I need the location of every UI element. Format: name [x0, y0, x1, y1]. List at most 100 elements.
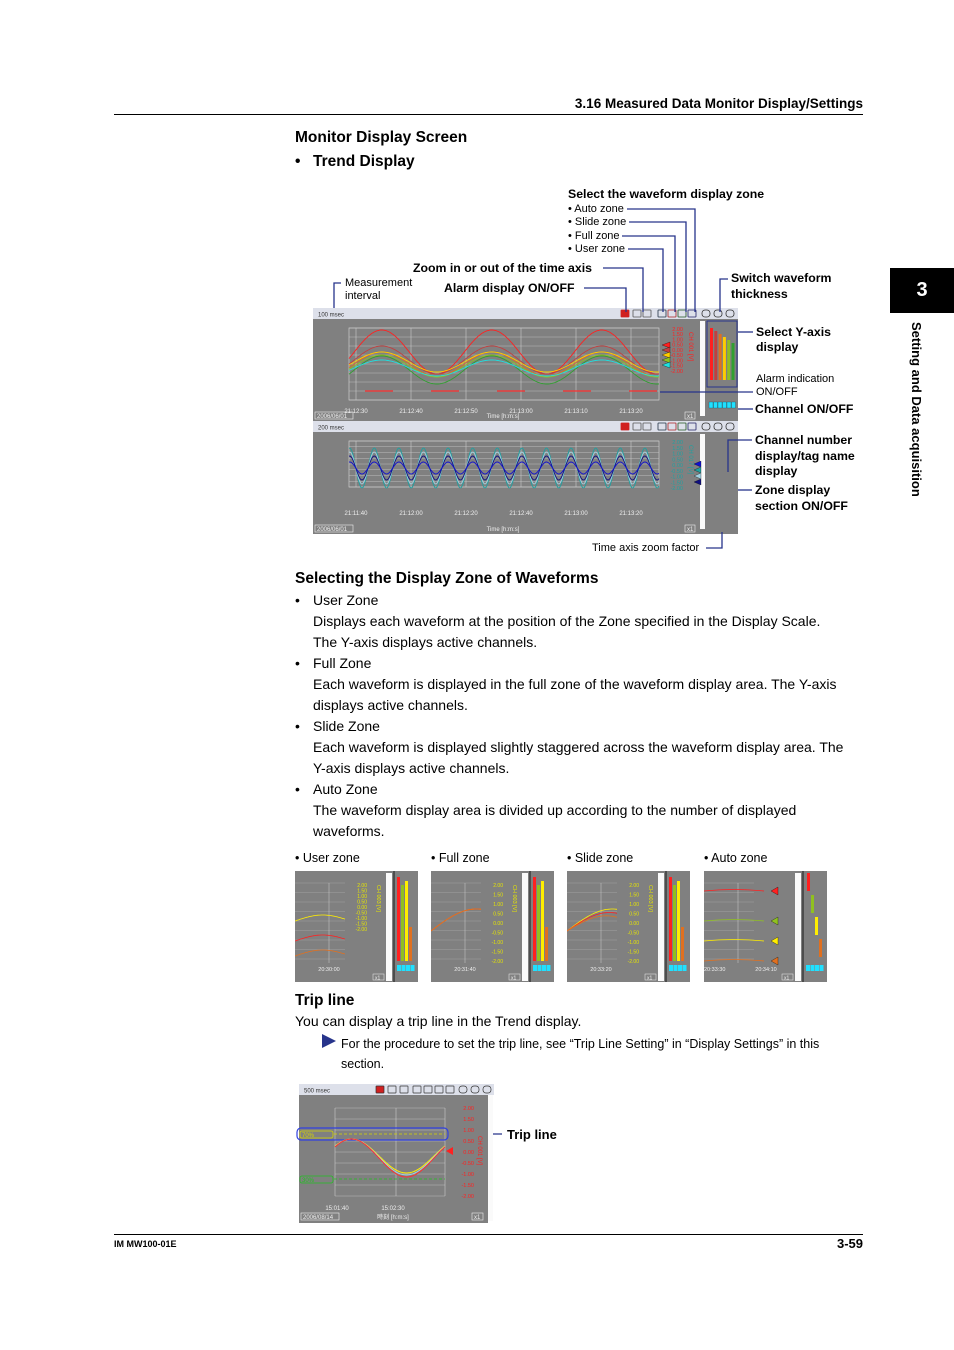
- callout-full-zone: • Full zone: [568, 230, 620, 242]
- channel-label: CH 001 [V]: [476, 1136, 482, 1166]
- channel-toggle[interactable]: [401, 965, 406, 971]
- zone-description: The Y-axis displays active channels.: [313, 634, 538, 650]
- callout-alarm-ind-2: ON/OFF: [756, 386, 798, 398]
- callout-yaxis-2: display: [756, 340, 799, 354]
- zone-description: Each waveform is displayed slightly stag…: [313, 739, 844, 755]
- time-tick: 21:12:00: [399, 511, 423, 517]
- y-scale-label: 2.00: [629, 883, 639, 889]
- scrollbar[interactable]: [700, 321, 705, 416]
- date: 2006/08/14: [303, 1215, 334, 1221]
- channel-toggle[interactable]: [533, 965, 537, 971]
- channel-toggle[interactable]: [810, 965, 815, 971]
- thumb-label: • User zone: [295, 851, 360, 865]
- bargraph-bar: [727, 340, 731, 380]
- alarm-icon[interactable]: [620, 309, 630, 318]
- time-zoom-factor: x1: [511, 976, 517, 982]
- section-header: 3.16 Measured Data Monitor Display/Setti…: [574, 96, 863, 111]
- bullet: •: [295, 718, 300, 734]
- selecting-title: Selecting the Display Zone of Waveforms: [295, 570, 599, 587]
- alarm-icon[interactable]: [375, 1085, 385, 1094]
- channel-toggle[interactable]: [410, 965, 415, 971]
- channel-toggle[interactable]: [815, 965, 819, 971]
- channel-toggle[interactable]: [669, 965, 673, 971]
- bullet: •: [295, 592, 300, 608]
- bullet: •: [295, 781, 300, 797]
- bargraph-bar: [718, 334, 722, 380]
- channel-toggle[interactable]: [708, 401, 714, 409]
- measurement-interval: 500 msec: [304, 1089, 330, 1095]
- x-axis-label: 時刻 [h:m:s]: [377, 1213, 409, 1221]
- y-scale-label: -1.00: [628, 940, 640, 946]
- thumb-label: • Full zone: [431, 851, 490, 865]
- bargraph-bar: [669, 877, 672, 961]
- callout-time-zoom: Time axis zoom factor: [592, 542, 700, 554]
- y-scale-label: 0.50: [493, 912, 503, 918]
- channel-toggle[interactable]: [397, 965, 401, 971]
- channel-label: CH 017 [V]: [687, 445, 693, 475]
- channel-label: CH 001 [V]: [687, 332, 693, 362]
- channel-toggle[interactable]: [731, 401, 736, 409]
- scrollbar[interactable]: [386, 873, 392, 981]
- scrollbar[interactable]: [658, 873, 664, 981]
- callout-alarm-ind-1: Alarm indication: [756, 373, 835, 385]
- y-scale-label: 1.00: [463, 1128, 474, 1134]
- channel-toggle[interactable]: [806, 965, 810, 971]
- time-tick: 15:02:30: [381, 1206, 405, 1212]
- x-axis-label: Time [h:m:s]: [487, 414, 520, 420]
- bargraph-bar: [722, 337, 726, 380]
- time-tick: 21:11:40: [345, 511, 369, 517]
- trip-title: Trip line: [295, 992, 355, 1009]
- channel-toggle[interactable]: [682, 965, 687, 971]
- callout-meas-1: Measurement: [345, 277, 413, 289]
- channel-toggle[interactable]: [406, 965, 410, 971]
- bargraph-bar: [714, 331, 718, 380]
- channel-toggle[interactable]: [542, 965, 546, 971]
- y-scale-label: -1.00: [492, 940, 504, 946]
- bargraph-bar: [807, 873, 810, 891]
- chapter-title: Setting and Data acquisition: [909, 322, 924, 497]
- channel-toggle[interactable]: [673, 965, 678, 971]
- channel-toggle[interactable]: [713, 401, 718, 409]
- y-scale-label: -2.00: [461, 1194, 474, 1200]
- channel-toggle[interactable]: [722, 401, 727, 409]
- bargraph-bar: [537, 885, 540, 961]
- scrollbar[interactable]: [522, 873, 528, 981]
- y-scale-label: 1.00: [629, 902, 639, 908]
- time-zoom-factor: x1: [375, 976, 381, 982]
- channel-label: CH 003 [V]: [375, 885, 381, 912]
- callout-slide-zone: • Slide zone: [568, 216, 627, 228]
- channel-label: CH 003 [V]: [511, 885, 517, 912]
- bullet: •: [295, 655, 300, 671]
- time-tick: 21:12:50: [454, 409, 478, 415]
- channel-toggle[interactable]: [726, 401, 732, 409]
- y-scale-label: -1.50: [628, 950, 640, 956]
- bargraph-bar: [401, 885, 404, 961]
- trip-note-line: For the procedure to set the trip line, …: [341, 1037, 820, 1051]
- channel-toggle[interactable]: [678, 965, 682, 971]
- time-tick: 20:34:10: [755, 967, 776, 973]
- zone-name: Slide Zone: [313, 718, 380, 734]
- y-scale-label: 1.50: [629, 893, 639, 899]
- bargraph-bar: [811, 895, 814, 913]
- time-tick: 21:13:20: [619, 511, 643, 517]
- trip-low-value: 30%: [302, 1178, 315, 1184]
- callout-thickness-1: Switch waveform: [731, 271, 832, 285]
- channel-toggle[interactable]: [717, 401, 723, 409]
- channel-toggle[interactable]: [537, 965, 542, 971]
- time-zoom-factor: x1: [687, 414, 694, 420]
- zone-name: Full Zone: [313, 655, 372, 671]
- zone-name: Auto Zone: [313, 781, 378, 797]
- trip-high-value: 70%: [302, 1133, 315, 1139]
- callout-chnum-2: display/tag name: [755, 449, 855, 463]
- scrollbar[interactable]: [795, 873, 801, 981]
- trend-screenshot: 100 msec21:12:30 21:12:40 21:12:50 21:13:00…: [313, 308, 738, 534]
- alarm-icon[interactable]: [620, 422, 630, 431]
- channel-toggle[interactable]: [546, 965, 551, 971]
- measurement-interval: 100 msec: [318, 313, 344, 319]
- waveform-area: [299, 1095, 488, 1223]
- bargraph-bar: [673, 885, 676, 961]
- channel-toggle[interactable]: [819, 965, 824, 971]
- scrollbar[interactable]: [488, 1095, 493, 1221]
- bargraph-bar: [409, 927, 412, 961]
- callout-user-zone: • User zone: [568, 243, 626, 255]
